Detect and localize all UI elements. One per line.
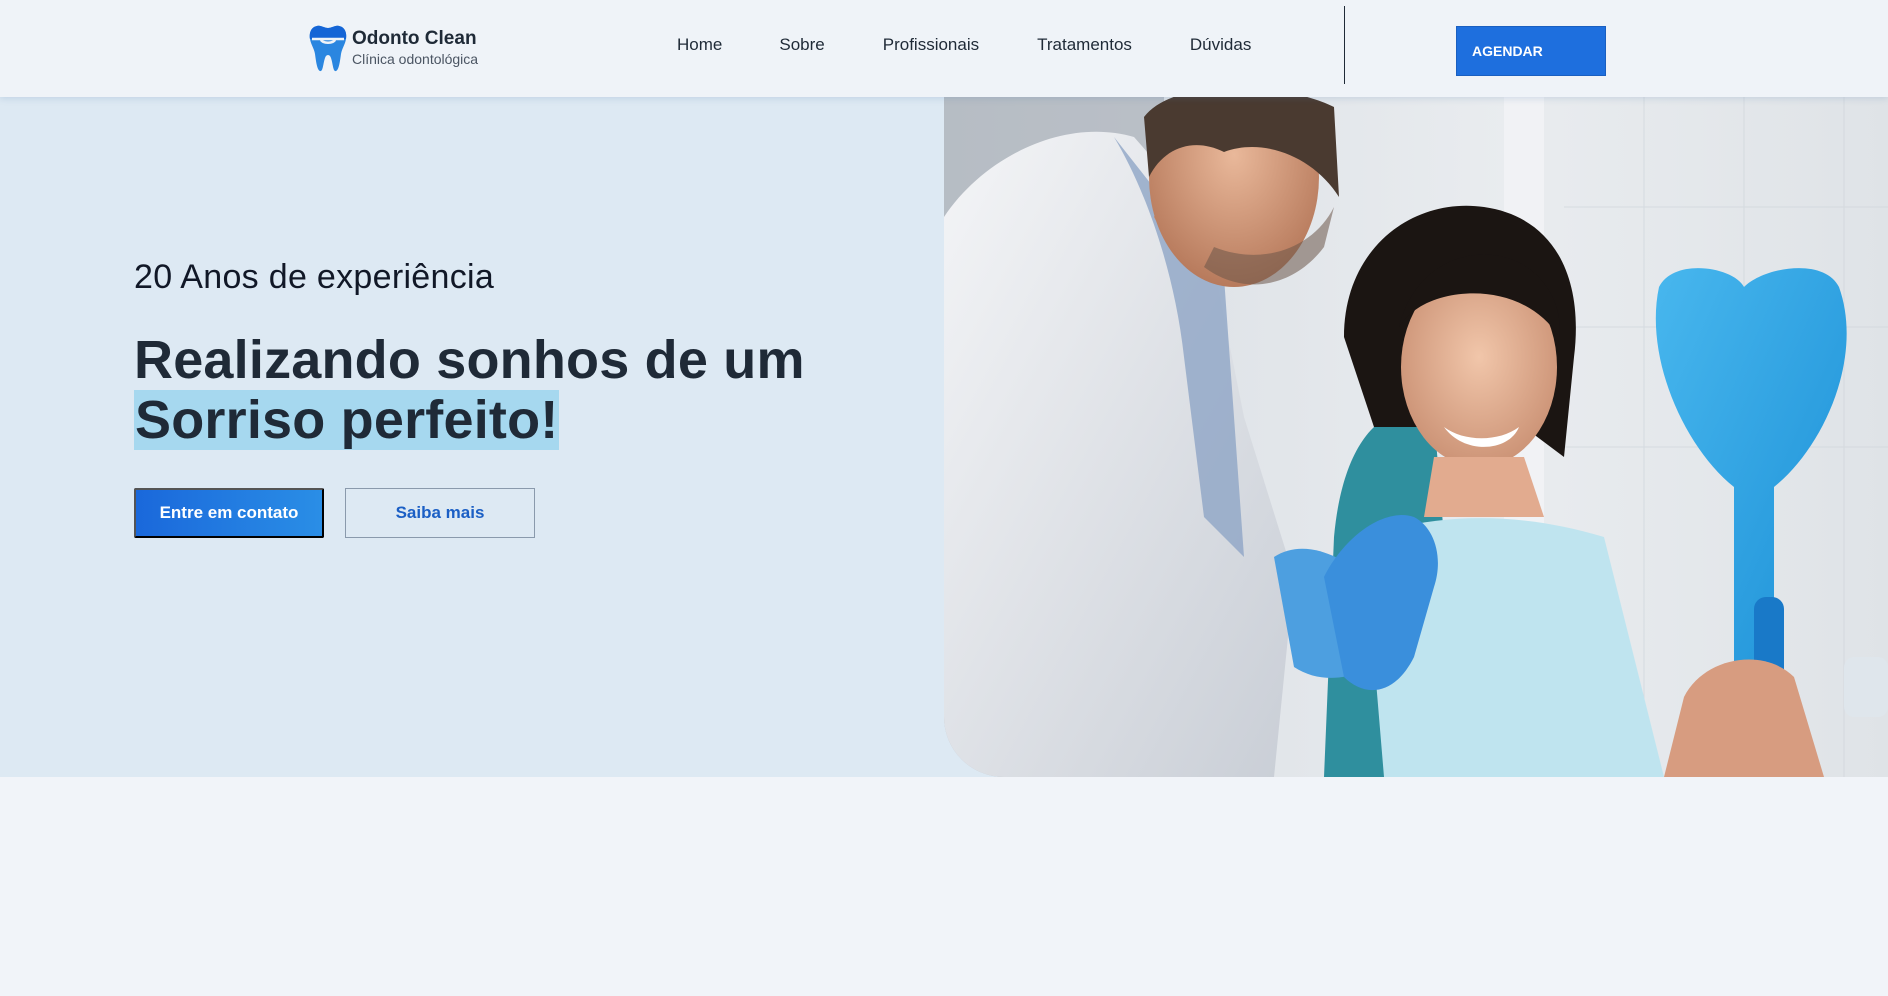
nav-item-sobre[interactable]: Sobre (779, 35, 824, 55)
brand-title: Odonto Clean (352, 28, 477, 49)
headline-line-2-highlight: Sorriso perfeito! (134, 390, 560, 450)
main-nav: Home Sobre Profissionais Tratamentos Dúv… (677, 35, 1251, 55)
header-divider (1344, 6, 1345, 84)
hero-section: 20 Anos de experiência Realizando sonhos… (0, 97, 1888, 777)
hero-headline: Realizando sonhos de um Sorriso perfeito… (134, 330, 805, 450)
nav-item-duvidas[interactable]: Dúvidas (1190, 35, 1251, 55)
headline-line-1: Realizando sonhos de um (134, 330, 805, 390)
hero-photo (944, 97, 1888, 777)
nav-item-home[interactable]: Home (677, 35, 722, 55)
site-header: Odonto Clean Clínica odontológica Home S… (0, 0, 1888, 97)
dentist-patient-photo-icon (944, 97, 1888, 777)
nav-item-profissionais[interactable]: Profissionais (883, 35, 979, 55)
brand-subtitle: Clínica odontológica (352, 51, 479, 67)
hero-kicker: 20 Anos de experiência (134, 258, 495, 296)
logo[interactable]: Odonto Clean Clínica odontológica (309, 24, 478, 72)
tooth-logo-icon (309, 25, 347, 72)
hero-buttons: Entre em contato Saiba mais (134, 488, 535, 538)
hero-text: 20 Anos de experiência Realizando sonhos… (134, 257, 805, 450)
learn-more-button[interactable]: Saiba mais (345, 488, 535, 538)
contact-button[interactable]: Entre em contato (134, 488, 324, 538)
schedule-button[interactable]: AGENDAR (1456, 26, 1606, 76)
nav-item-tratamentos[interactable]: Tratamentos (1037, 35, 1132, 55)
